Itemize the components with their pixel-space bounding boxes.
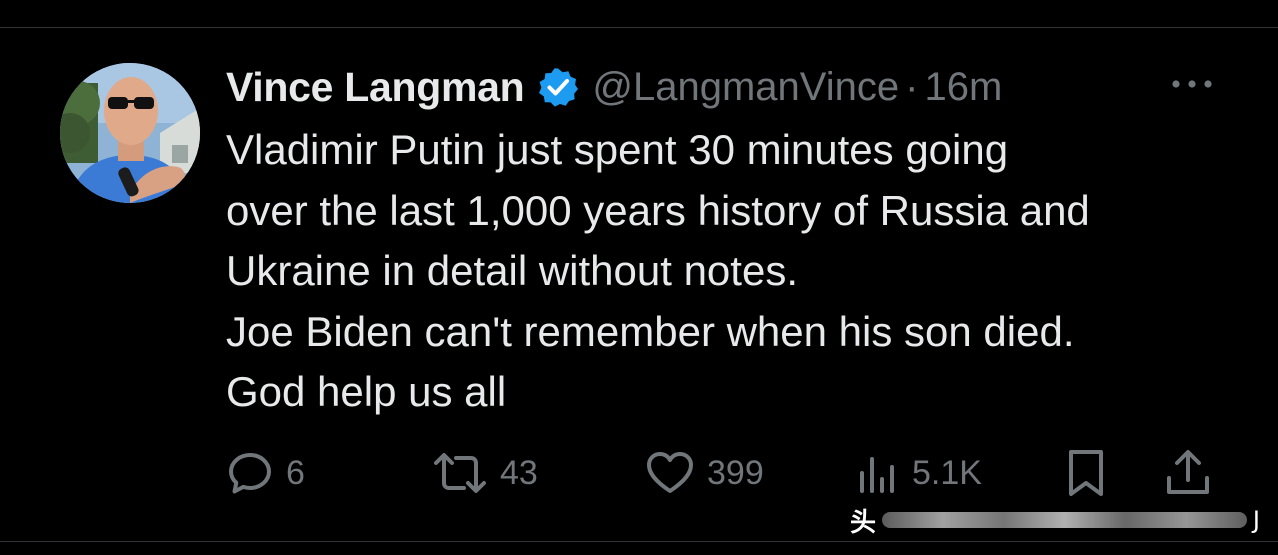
author-handle[interactable]: @LangmanVince — [592, 65, 899, 110]
share-button[interactable] — [1164, 448, 1212, 498]
retweet-icon — [434, 453, 486, 493]
tweet-text-line: over the last 1,000 years history of Rus… — [226, 186, 1090, 234]
top-divider — [0, 27, 1278, 28]
tweet-text-line: Vladimir Putin just spent 30 minutes goi… — [226, 126, 1009, 173]
tweet-timestamp[interactable]: 16m — [924, 65, 1002, 110]
user-avatar-photo — [60, 63, 200, 203]
views-count: 5.1K — [912, 453, 982, 492]
tweet-text-line: Joe Biden can't remember when his son di… — [226, 307, 1075, 355]
views-chart-icon — [860, 457, 894, 493]
more-horizontal-icon[interactable] — [1168, 72, 1216, 96]
retweet-button[interactable]: 43 — [432, 448, 538, 498]
views-button[interactable]: 5.1K — [856, 448, 982, 498]
bookmark-icon — [1069, 450, 1103, 496]
bottom-divider — [0, 541, 1278, 542]
watermark-suffix: J — [1252, 506, 1260, 534]
tweet-text-line: God help us all — [226, 368, 507, 415]
reply-button[interactable]: 6 — [226, 448, 305, 498]
like-button[interactable]: 399 — [645, 448, 764, 498]
like-count: 399 — [707, 453, 764, 492]
tweet-text: Vladimir Putin just spent 30 minutes goi… — [226, 120, 1236, 423]
verified-badge-icon — [539, 68, 579, 107]
heart-icon — [647, 452, 693, 493]
avatar[interactable] — [60, 63, 200, 203]
tweet-header: Vince Langman @LangmanVince · 16m — [226, 60, 1002, 114]
bookmark-button[interactable] — [1064, 448, 1108, 498]
tweet-text-line: Ukraine in detail without notes. — [226, 247, 798, 294]
watermark: 头 J — [850, 500, 1260, 540]
reply-icon — [229, 453, 271, 494]
share-icon — [1167, 450, 1209, 494]
watermark-blurred-text — [882, 512, 1247, 528]
watermark-prefix: 头 — [850, 507, 877, 538]
reply-count: 6 — [286, 453, 305, 492]
separator-dot: · — [905, 64, 919, 109]
author-name[interactable]: Vince Langman — [226, 64, 525, 111]
retweet-count: 43 — [500, 453, 538, 492]
tweet-actions: 6 43 399 5.1K — [0, 448, 1278, 498]
